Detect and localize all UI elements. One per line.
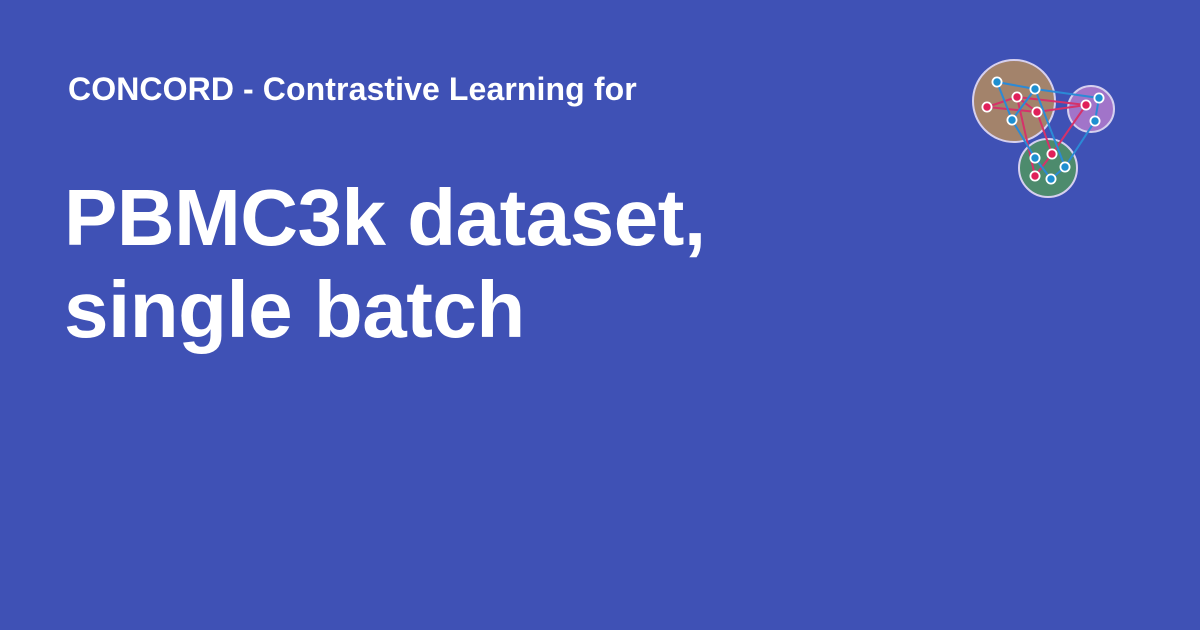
page-title-line-1: PBMC3k dataset, (64, 173, 706, 262)
site-title: CONCORD - Contrastive Learning for (68, 71, 637, 107)
logo-cluster-small (1067, 85, 1115, 133)
page-title: PBMC3k dataset, single batch (64, 172, 924, 356)
cluster-graph-icon (972, 59, 1115, 198)
page-title-line-2: single batch (64, 265, 525, 354)
social-card: CONCORD - Contrastive Learning for PBMC3… (0, 0, 1200, 630)
